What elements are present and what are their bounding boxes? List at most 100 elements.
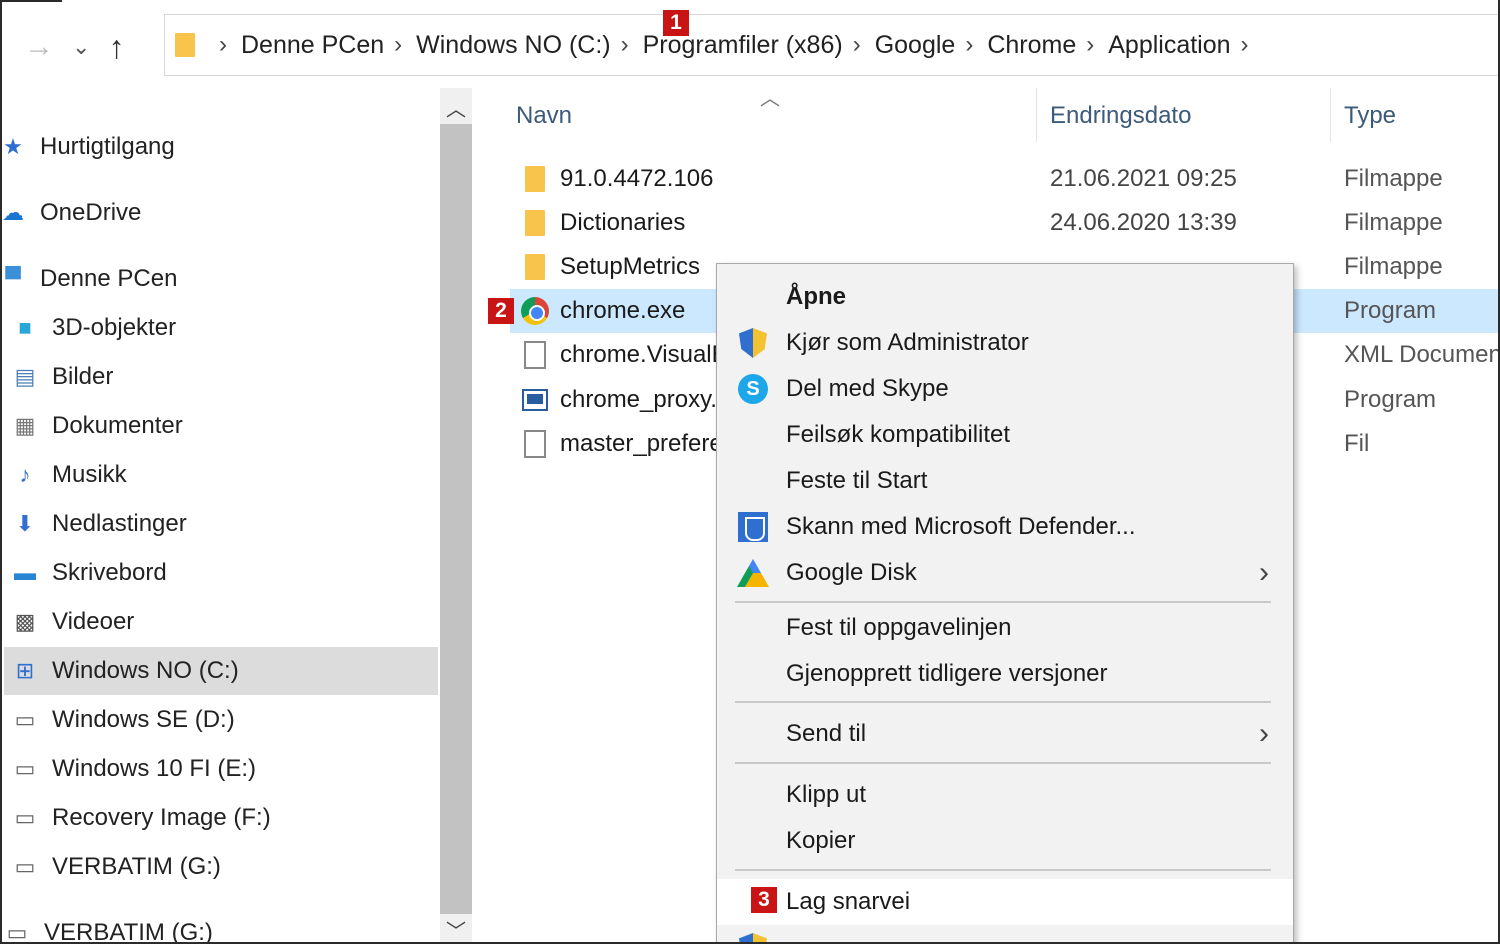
sidebar-item-documents[interactable]: ▦ Dokumenter bbox=[4, 402, 438, 450]
sidebar-item-drive-f[interactable]: ▭ Recovery Image (F:) bbox=[4, 794, 438, 842]
menu-item-create-shortcut[interactable]: Lag snarvei bbox=[717, 879, 1293, 925]
sidebar-item-onedrive[interactable]: ☁ OneDrive bbox=[2, 189, 438, 237]
menu-separator bbox=[735, 762, 1271, 764]
sidebar-item-3d-objects[interactable]: ■ 3D-objekter bbox=[4, 304, 438, 352]
cube-icon: ■ bbox=[18, 315, 32, 340]
forward-arrow-icon[interactable]: → bbox=[24, 32, 54, 62]
menu-item-delete-partial[interactable] bbox=[717, 927, 1293, 942]
navigation-buttons: → ⌄ ↑ bbox=[24, 22, 124, 72]
file-type: Filmappe bbox=[1344, 209, 1443, 236]
document-icon bbox=[520, 340, 550, 370]
column-divider[interactable] bbox=[1036, 88, 1037, 142]
documents-icon: ▦ bbox=[14, 413, 36, 438]
menu-item-cut[interactable]: Klipp ut bbox=[717, 774, 1293, 816]
menu-item-label: Åpne bbox=[786, 283, 846, 310]
drive-icon: ▭ bbox=[6, 920, 28, 944]
sidebar-item-label: VERBATIM (G:) bbox=[52, 853, 221, 880]
breadcrumb-item[interactable]: Application bbox=[1108, 31, 1230, 60]
breadcrumb-item[interactable]: Chrome bbox=[987, 31, 1076, 60]
sidebar-item-quick-access[interactable]: ★ Hurtigtilgang bbox=[3, 123, 438, 171]
file-name: 91.0.4472.106 bbox=[560, 165, 714, 192]
file-row[interactable]: 91.0.4472.106 21.06.2021 09:25 Filmappe bbox=[510, 157, 1498, 201]
star-icon: ★ bbox=[3, 134, 23, 159]
sidebar-item-drive-e[interactable]: ▭ Windows 10 FI (E:) bbox=[4, 745, 438, 793]
music-icon: ♪ bbox=[19, 462, 31, 487]
windows-drive-icon: ⊞ bbox=[15, 658, 35, 683]
breadcrumb-item[interactable]: Denne PCen bbox=[241, 31, 384, 60]
step-badge-3: 3 bbox=[751, 887, 777, 913]
sidebar-item-drive-d[interactable]: ▭ Windows SE (D:) bbox=[4, 696, 438, 744]
sidebar-item-music[interactable]: ♪ Musikk bbox=[4, 451, 438, 499]
column-header-name[interactable]: Navn bbox=[516, 102, 572, 130]
folder-icon bbox=[520, 164, 550, 194]
menu-item-label: Kjør som Administrator bbox=[786, 329, 1029, 356]
chevron-right-icon[interactable]: › bbox=[219, 31, 227, 59]
menu-item-restore-versions[interactable]: Gjenopprett tidligere versjoner bbox=[717, 653, 1293, 695]
sidebar-item-label: Windows SE (D:) bbox=[52, 706, 235, 733]
menu-item-label: Feilsøk kompatibilitet bbox=[786, 421, 1011, 448]
chrome-icon bbox=[520, 296, 550, 326]
application-icon bbox=[520, 385, 550, 415]
sidebar-item-downloads[interactable]: ⬇ Nedlastinger bbox=[4, 500, 438, 548]
chevron-right-icon[interactable]: › bbox=[621, 31, 629, 59]
column-divider[interactable] bbox=[1330, 88, 1331, 142]
chevron-right-icon[interactable]: › bbox=[1241, 31, 1249, 59]
menu-item-open[interactable]: Åpne bbox=[717, 276, 1293, 318]
menu-item-share-skype[interactable]: S Del med Skype bbox=[717, 368, 1293, 410]
menu-item-label: Fest til oppgavelinjen bbox=[786, 614, 1012, 641]
menu-item-scan-defender[interactable]: Skann med Microsoft Defender... bbox=[717, 506, 1293, 548]
menu-item-run-as-admin[interactable]: Kjør som Administrator bbox=[717, 322, 1293, 364]
sidebar-item-label: Bilder bbox=[52, 363, 114, 390]
context-menu: Åpne Kjør som Administrator S Del med Sk… bbox=[716, 263, 1294, 942]
menu-separator bbox=[735, 869, 1271, 871]
recent-locations-chevron-icon[interactable]: ⌄ bbox=[72, 36, 90, 58]
menu-item-label: Lag snarvei bbox=[786, 888, 911, 915]
menu-item-pin-start[interactable]: Feste til Start bbox=[717, 460, 1293, 502]
navigation-pane: ★ Hurtigtilgang ☁ OneDrive ▀ Denne PCen … bbox=[2, 88, 440, 944]
scrollbar-thumb[interactable] bbox=[440, 124, 472, 930]
chevron-right-icon[interactable]: › bbox=[1086, 31, 1094, 59]
address-bar[interactable]: › Denne PCen › Windows NO (C:) › Program… bbox=[164, 14, 1498, 76]
sidebar-item-videos[interactable]: ▩ Videoer bbox=[4, 598, 438, 646]
desktop-icon: ▬ bbox=[14, 560, 36, 585]
sidebar-scrollbar[interactable]: ︿ ﹀ bbox=[440, 88, 472, 942]
sidebar-item-this-pc[interactable]: ▀ Denne PCen bbox=[4, 255, 438, 303]
sidebar-item-label: OneDrive bbox=[40, 199, 142, 226]
computer-icon: ▀ bbox=[5, 266, 21, 291]
chevron-right-icon[interactable]: › bbox=[394, 31, 402, 59]
sidebar-item-pictures[interactable]: ▤ Bilder bbox=[4, 353, 438, 401]
column-header-type[interactable]: Type bbox=[1344, 102, 1396, 130]
menu-item-troubleshoot[interactable]: Feilsøk kompatibilitet bbox=[717, 414, 1293, 456]
menu-item-send-to[interactable]: Send til › bbox=[717, 713, 1293, 755]
menu-item-pin-taskbar[interactable]: Fest til oppgavelinjen bbox=[717, 607, 1293, 649]
sidebar-item-label: VERBATIM (G:) bbox=[44, 919, 213, 944]
menu-item-copy[interactable]: Kopier bbox=[717, 820, 1293, 862]
file-name: Dictionaries bbox=[560, 209, 686, 236]
uac-shield-icon bbox=[737, 327, 769, 359]
menu-item-label: Google Disk bbox=[786, 559, 917, 586]
uac-shield-icon bbox=[737, 932, 769, 942]
file-date: 24.06.2020 13:39 bbox=[1050, 209, 1237, 236]
file-row[interactable]: Dictionaries 24.06.2020 13:39 Filmappe bbox=[510, 201, 1498, 245]
sidebar-item-label: 3D-objekter bbox=[52, 314, 177, 341]
skype-icon: S bbox=[737, 373, 769, 405]
sidebar-item-drive-g-root[interactable]: ▭ VERBATIM (G:) bbox=[4, 909, 438, 944]
sidebar-item-label: Videoer bbox=[52, 608, 135, 635]
sidebar-item-label: Denne PCen bbox=[40, 265, 178, 292]
column-header-date[interactable]: Endringsdato bbox=[1050, 102, 1191, 130]
menu-item-google-drive[interactable]: Google Disk › bbox=[717, 552, 1293, 594]
sidebar-item-desktop[interactable]: ▬ Skrivebord bbox=[4, 549, 438, 597]
chevron-right-icon[interactable]: › bbox=[853, 31, 861, 59]
sidebar-item-label: Dokumenter bbox=[52, 412, 183, 439]
window-edge bbox=[2, 0, 62, 2]
sidebar-item-label: Recovery Image (F:) bbox=[52, 804, 271, 831]
chevron-right-icon[interactable]: › bbox=[965, 31, 973, 59]
sidebar-item-drive-c[interactable]: ⊞ Windows NO (C:) bbox=[4, 647, 438, 695]
sidebar-item-drive-g[interactable]: ▭ VERBATIM (G:) bbox=[4, 843, 438, 891]
sidebar-item-label: Musikk bbox=[52, 461, 127, 488]
scroll-down-arrow-icon[interactable]: ﹀ bbox=[440, 914, 472, 942]
breadcrumb-item[interactable]: Google bbox=[875, 31, 956, 60]
scroll-up-arrow-icon[interactable]: ︿ bbox=[440, 92, 472, 122]
breadcrumb-item[interactable]: Windows NO (C:) bbox=[416, 31, 610, 60]
up-arrow-icon[interactable]: ↑ bbox=[108, 31, 124, 63]
